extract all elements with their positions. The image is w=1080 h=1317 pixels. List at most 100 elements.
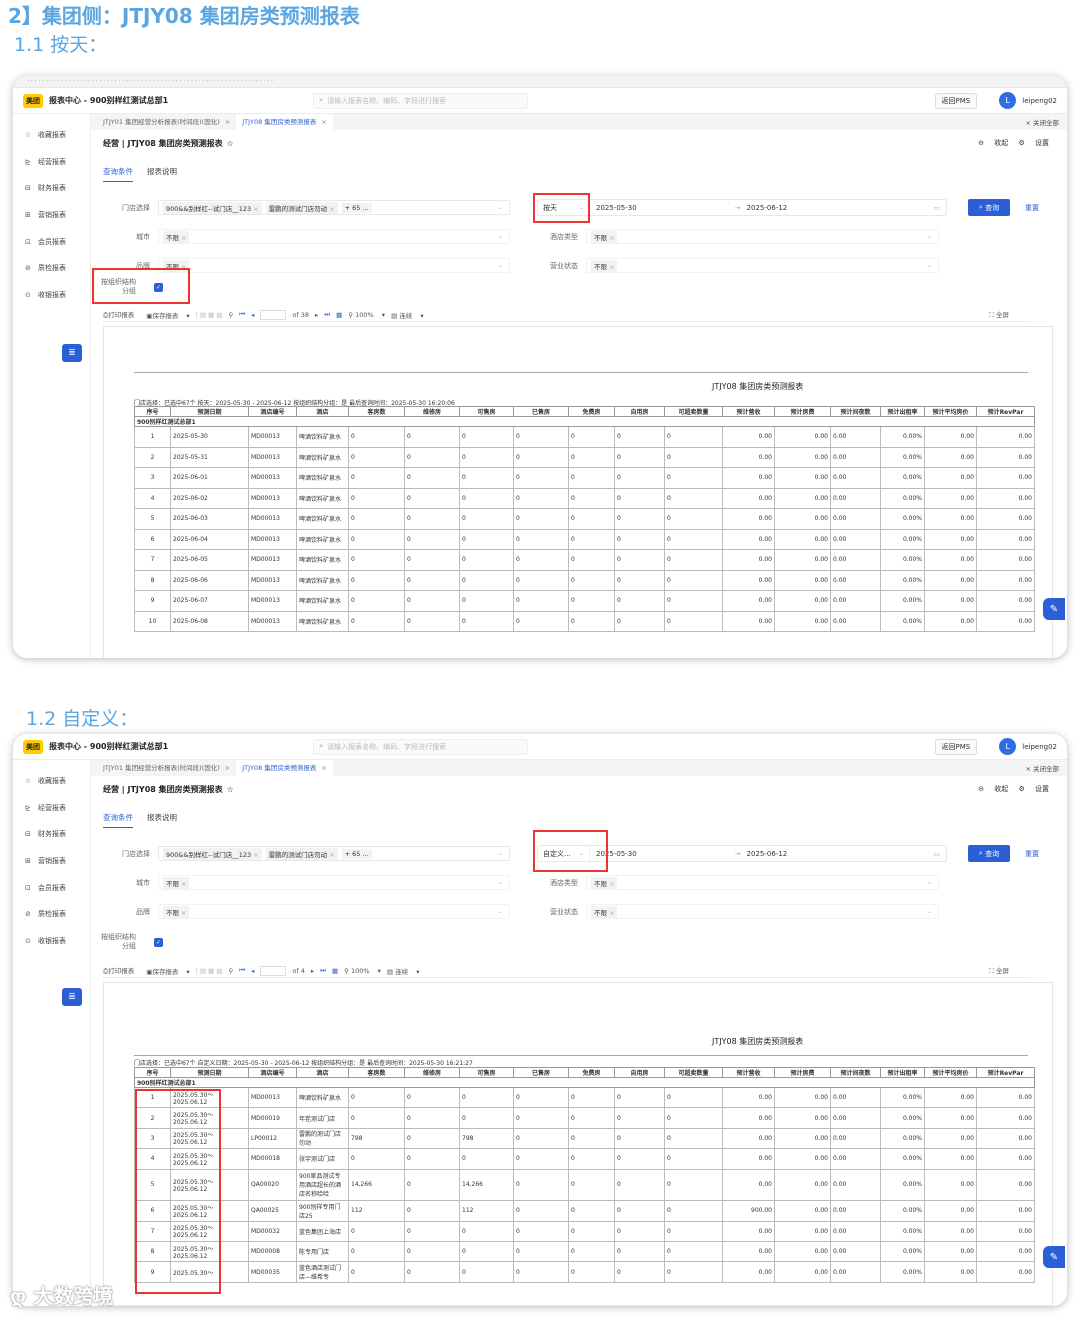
hotel-type-select[interactable]: 不限 × ⌄ (586, 229, 939, 244)
brand-select[interactable]: 不限 × ⌄ (158, 904, 510, 919)
page-input[interactable] (260, 309, 287, 320)
find-icon[interactable]: ⚲ (229, 967, 234, 975)
page-input[interactable] (260, 965, 287, 976)
org-group-checkbox[interactable]: ✓ (154, 938, 163, 947)
sidebar-item-member[interactable]: ⊡ 会员报表 (13, 874, 90, 901)
continuous-select[interactable]: ▤ 连续 ▾ (387, 966, 420, 976)
avatar[interactable]: L (999, 738, 1017, 755)
sidebar-item-finance[interactable]: ⊟ 财务报表 (13, 821, 90, 848)
favorite-star-icon[interactable]: ☆ (227, 785, 234, 794)
close-all-button[interactable]: × 关闭全部 (1025, 763, 1059, 773)
store-select[interactable]: 900&&别样红--试门店__123 × 雷鹏的测试门店勿动 × + 65 ... … (158, 200, 510, 215)
close-icon[interactable]: × (225, 118, 230, 126)
export-icons[interactable]: | ▤ ▦ ▧ (196, 967, 223, 975)
hotel-type-select[interactable]: 不限 × ⌄ (586, 875, 939, 890)
zoom-select[interactable]: ⚲ 100% ▾ (344, 967, 381, 975)
sidebar-item-favorites[interactable]: ☆ 收藏报表 (13, 768, 90, 795)
last-page-icon[interactable]: ⏭ (324, 310, 330, 319)
save-report-button[interactable]: ▣保存报表 ▾ (146, 966, 190, 976)
tab-report-description[interactable]: 报表说明 (147, 166, 177, 182)
print-button[interactable]: ⎙打印报表 (103, 309, 140, 320)
date-start[interactable]: 2025-05-30 (590, 850, 637, 858)
menu-toggle-button[interactable]: ≣ (62, 344, 82, 362)
close-icon[interactable]: × (329, 851, 334, 859)
first-page-icon[interactable]: ⏮ (239, 966, 245, 975)
sidebar-item-favorites[interactable]: ☆ 收藏报表 (13, 122, 90, 149)
continuous-select[interactable]: ▤ 连续 ▾ (391, 310, 424, 320)
city-select[interactable]: 不限 × ⌄ (158, 229, 510, 244)
last-page-icon[interactable]: ⏭ (320, 966, 326, 975)
date-mode-select[interactable]: 自定义... ⌄ (538, 846, 590, 861)
sidebar-item-member[interactable]: ⊡ 会员报表 (13, 228, 90, 255)
close-icon[interactable]: × (253, 851, 258, 859)
sidebar-item-marketing[interactable]: ⊞ 营销报表 (13, 202, 90, 229)
reset-button[interactable]: 重置 (1025, 849, 1039, 859)
sidebar-item-quality[interactable]: ⊘ 质检报表 (13, 901, 90, 928)
tab-jtjy08[interactable]: JTJY08 集团房类预测报表 × (236, 760, 333, 776)
close-all-button[interactable]: × 关闭全部 (1025, 117, 1059, 127)
status-select[interactable]: 不限 × ⌄ (586, 904, 939, 919)
return-pms-button[interactable]: 返回PMS (934, 738, 978, 755)
tab-query-conditions[interactable]: 查询条件 (103, 166, 133, 182)
layout-icon[interactable]: ▦ (332, 967, 338, 975)
table-cell: 0.00 (976, 446, 1035, 468)
find-icon[interactable]: ⚲ (229, 311, 234, 319)
layout-icon[interactable]: ▦ (336, 311, 342, 319)
close-icon[interactable]: × (253, 205, 258, 213)
export-icons[interactable]: | ▤ ▦ ▧ (196, 311, 223, 319)
avatar[interactable]: L (999, 92, 1017, 109)
sidebar-item-marketing[interactable]: ⊞ 营销报表 (13, 848, 90, 875)
tab-jtjy01[interactable]: JTJY01 集团经营分析报表(时间段)(固化) × (97, 760, 236, 776)
tab-jtjy08[interactable]: JTJY08 集团房类预测报表 × (236, 114, 333, 130)
store-select[interactable]: 900&&别样红--试门店__123 × 雷鹏的测试门店勿动 × + 65 ... … (158, 846, 510, 861)
sidebar-item-operations[interactable]: ⊵ 经营报表 (13, 149, 90, 176)
settings-button[interactable]: ⚙ 设置 (1018, 139, 1049, 147)
first-page-icon[interactable]: ⏮ (239, 310, 245, 319)
close-icon[interactable]: × (225, 764, 230, 772)
close-icon[interactable]: × (329, 205, 334, 213)
fullscreen-button[interactable]: ⛶ 全屏 (989, 965, 1015, 976)
close-icon[interactable]: × (321, 118, 326, 126)
tab-query-conditions[interactable]: 查询条件 (103, 812, 133, 828)
date-end[interactable]: 2025-06-12 (741, 204, 788, 212)
zoom-select[interactable]: ⚲ 100% ▾ (348, 311, 385, 319)
reset-button[interactable]: 重置 (1025, 203, 1039, 213)
search-input[interactable]: ⌕ 请输入报表名称、编码、字段进行搜索 (313, 92, 529, 109)
close-icon[interactable]: × (321, 764, 326, 772)
org-group-checkbox[interactable]: ✓ (154, 283, 163, 292)
tab-jtjy01[interactable]: JTJY01 集团经营分析报表(时间段)(固化) × (97, 114, 236, 130)
date-start[interactable]: 2025-05-30 (590, 204, 637, 212)
date-mode-select[interactable]: 按天 ⌄ (538, 200, 590, 215)
fullscreen-button[interactable]: ⛶ 全屏 (989, 309, 1015, 320)
print-button[interactable]: ⎙打印报表 (103, 965, 140, 976)
menu-toggle-button[interactable]: ≣ (62, 988, 82, 1006)
save-report-button[interactable]: ▣保存报表 ▾ (146, 310, 190, 320)
query-button[interactable]: ⌕ 查询 (968, 845, 1010, 862)
date-end[interactable]: 2025-06-12 (741, 850, 788, 858)
return-pms-button[interactable]: 返回PMS (934, 92, 978, 109)
sidebar-item-quality[interactable]: ⊘ 质检报表 (13, 255, 90, 282)
prev-page-icon[interactable]: ◂ (251, 311, 254, 319)
collapse-button[interactable]: ⊖ 收起 (978, 139, 1008, 147)
favorite-star-icon[interactable]: ☆ (227, 139, 234, 148)
tab-report-description[interactable]: 报表说明 (147, 812, 177, 828)
query-button[interactable]: ⌕ 查询 (968, 199, 1010, 216)
prev-page-icon[interactable]: ◂ (251, 967, 254, 975)
next-page-icon[interactable]: ▸ (315, 311, 318, 319)
search-input[interactable]: ⌕ 请输入报表名称、编码、字段进行搜索 (313, 738, 529, 755)
next-page-icon[interactable]: ▸ (311, 967, 314, 975)
status-select[interactable]: 不限 × ⌄ (586, 258, 939, 273)
settings-button[interactable]: ⚙ 设置 (1018, 785, 1049, 793)
feedback-button[interactable]: ✎ (1043, 598, 1065, 620)
sidebar-item-operations[interactable]: ⊵ 经营报表 (13, 795, 90, 822)
sidebar-item-cashier[interactable]: ⊙ 收银报表 (13, 928, 90, 955)
table-cell: 0.00 (722, 569, 775, 591)
brand-select[interactable]: 不限 × ⌄ (158, 258, 510, 273)
feedback-button[interactable]: ✎ (1043, 1246, 1065, 1268)
sidebar-item-cashier[interactable]: ⊙ 收银报表 (13, 282, 90, 309)
sidebar-item-finance[interactable]: ⊟ 财务报表 (13, 175, 90, 202)
date-range-picker[interactable]: 自定义... ⌄ 2025-05-30 → 2025-06-12 ▭ (537, 845, 947, 862)
city-select[interactable]: 不限 × ⌄ (158, 875, 510, 890)
collapse-button[interactable]: ⊖ 收起 (978, 785, 1008, 793)
date-range-picker[interactable]: 按天 ⌄ 2025-05-30 → 2025-06-12 ▭ (537, 199, 947, 216)
